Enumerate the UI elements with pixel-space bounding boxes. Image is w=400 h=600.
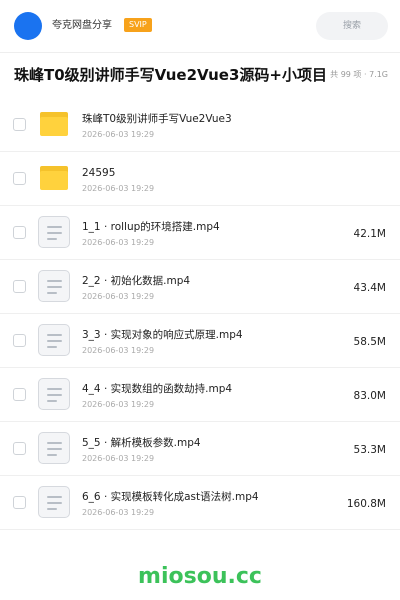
search-input[interactable]: 搜索 (316, 12, 388, 40)
checkbox[interactable] (13, 442, 26, 455)
file-date: 2026-06-03 19:29 (82, 184, 155, 193)
list-item[interactable]: 3_3 · 实现对象的响应式原理.mp4 2026-06-03 19:29 58… (0, 314, 400, 368)
folder-header: 珠峰T0级别讲师手写Vue2Vue3源码+小项目 共 99 项7.1G (0, 53, 400, 97)
file-date: 2026-06-03 19:29 (82, 292, 155, 301)
file-name: 24595 (82, 167, 116, 179)
owner-name: 夸克网盘分享 (52, 20, 112, 31)
file-name: 2_2 · 初始化数据.mp4 (82, 275, 191, 287)
checkbox[interactable] (13, 496, 26, 509)
item-count: 共 99 项 (330, 70, 362, 79)
file-size: 53.3M (353, 444, 386, 456)
file-size: 42.1M (353, 228, 386, 240)
file-date: 2026-06-03 19:29 (82, 454, 155, 463)
folder-icon (38, 108, 70, 140)
list-item[interactable]: 1_1 · rollup的环境搭建.mp4 2026-06-03 19:29 4… (0, 206, 400, 260)
document-icon (38, 378, 70, 410)
list-item[interactable]: 5_5 · 解析模板参数.mp4 2026-06-03 19:29 53.3M (0, 422, 400, 476)
file-date: 2026-06-03 19:29 (82, 346, 155, 355)
file-name: 4_4 · 实现数组的函数劫持.mp4 (82, 383, 233, 395)
list-item[interactable]: 4_4 · 实现数组的函数劫持.mp4 2026-06-03 19:29 83.… (0, 368, 400, 422)
checkbox[interactable] (13, 118, 26, 131)
file-name: 3_3 · 实现对象的响应式原理.mp4 (82, 329, 243, 341)
file-size: 83.0M (353, 390, 386, 402)
folder-icon (38, 162, 70, 194)
svip-badge: SVIP (124, 18, 152, 32)
list-item[interactable]: 6_6 · 实现模板转化成ast语法树.mp4 2026-06-03 19:29… (0, 476, 400, 530)
file-list: 珠峰T0级别讲师手写Vue2Vue3 2026-06-03 19:29 2459… (0, 98, 400, 530)
watermark: miosou.cc (138, 564, 262, 589)
list-item[interactable]: 24595 2026-06-03 19:29 (0, 152, 400, 206)
file-size: 43.4M (353, 282, 386, 294)
avatar[interactable] (14, 12, 42, 40)
file-date: 2026-06-03 19:29 (82, 130, 155, 139)
document-icon (38, 486, 70, 518)
file-name: 5_5 · 解析模板参数.mp4 (82, 437, 201, 449)
file-date: 2026-06-03 19:29 (82, 400, 155, 409)
file-size: 58.5M (353, 336, 386, 348)
file-date: 2026-06-03 19:29 (82, 508, 155, 517)
list-item[interactable]: 2_2 · 初始化数据.mp4 2026-06-03 19:29 43.4M (0, 260, 400, 314)
file-name: 6_6 · 实现模板转化成ast语法树.mp4 (82, 491, 259, 503)
checkbox[interactable] (13, 388, 26, 401)
file-name: 珠峰T0级别讲师手写Vue2Vue3 (82, 113, 232, 125)
total-size: 7.1G (361, 70, 388, 79)
list-item[interactable]: 珠峰T0级别讲师手写Vue2Vue3 2026-06-03 19:29 (0, 98, 400, 152)
checkbox[interactable] (13, 226, 26, 239)
folder-meta: 共 99 项7.1G (330, 69, 388, 81)
top-bar: 夸克网盘分享 SVIP 搜索 (0, 0, 400, 52)
file-date: 2026-06-03 19:29 (82, 238, 155, 247)
checkbox[interactable] (13, 280, 26, 293)
document-icon (38, 432, 70, 464)
checkbox[interactable] (13, 172, 26, 185)
document-icon (38, 324, 70, 356)
document-icon (38, 270, 70, 302)
page-title: 珠峰T0级别讲师手写Vue2Vue3源码+小项目 (14, 66, 327, 84)
file-name: 1_1 · rollup的环境搭建.mp4 (82, 221, 220, 233)
document-icon (38, 216, 70, 248)
file-size: 160.8M (346, 498, 386, 510)
checkbox[interactable] (13, 334, 26, 347)
